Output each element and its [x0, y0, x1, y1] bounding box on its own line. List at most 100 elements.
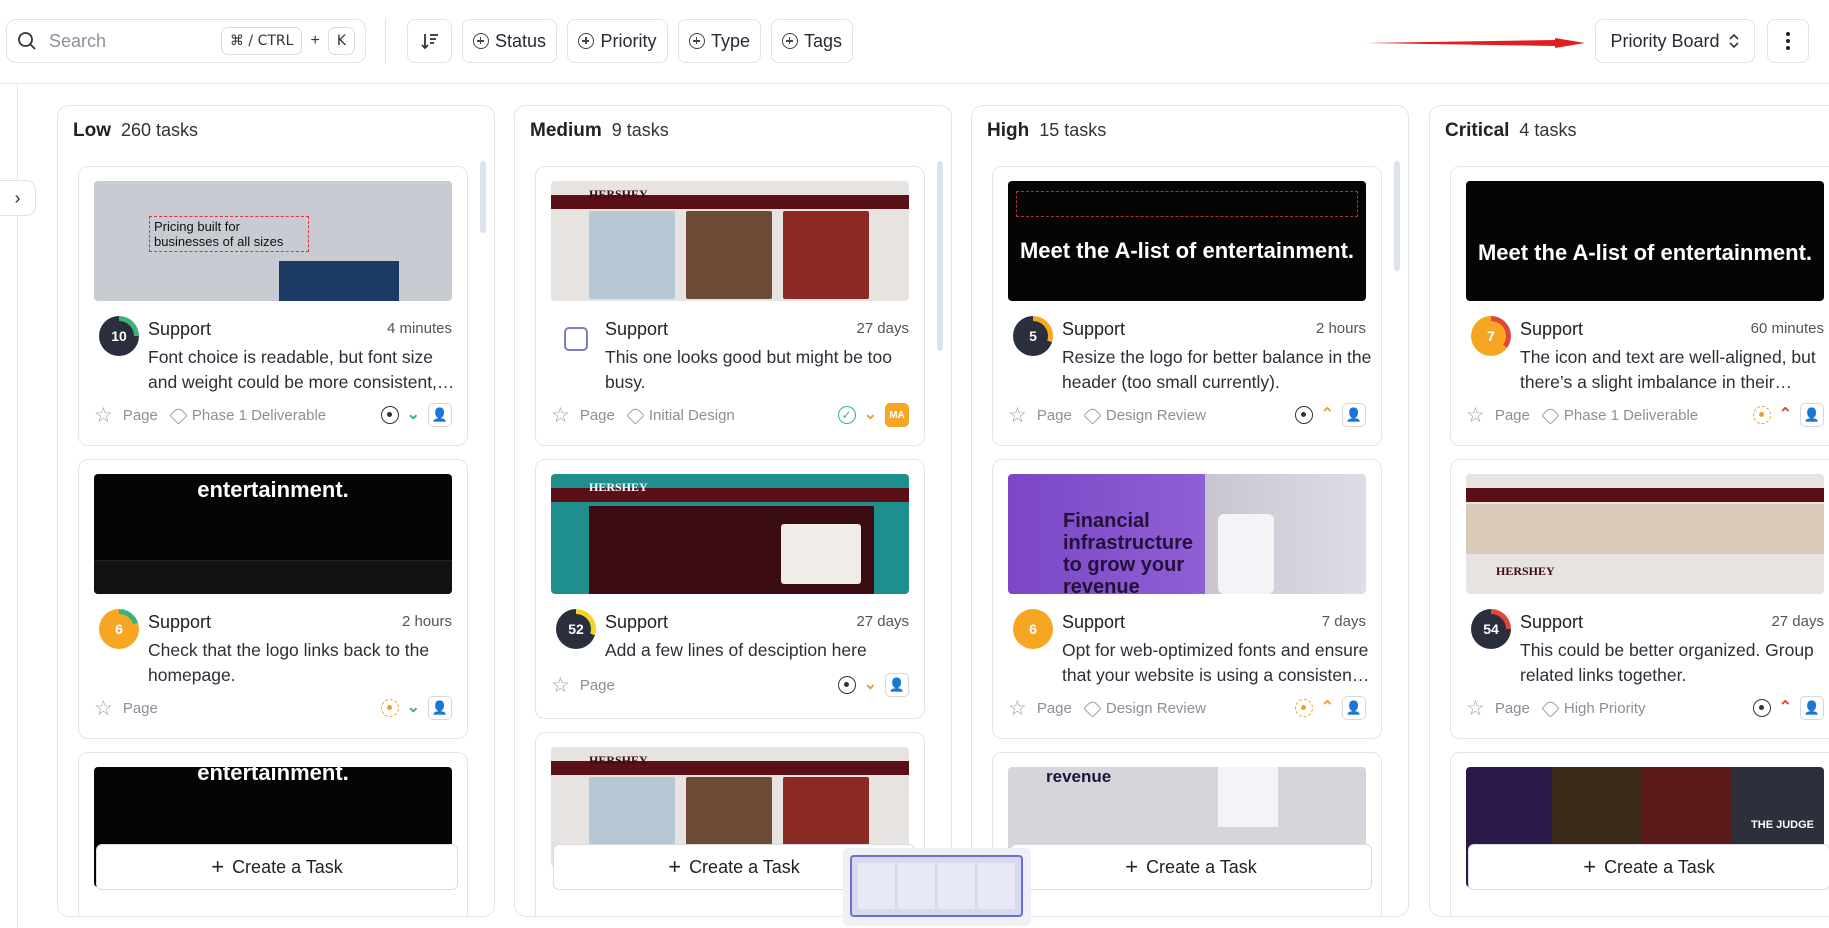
more-options-button[interactable] [1767, 19, 1809, 63]
card-footer: ☆ Page Initial Design ✓ ⌄ MA [551, 403, 909, 427]
top-toolbar: Search ⌘ / CTRL + K Status Priority Type… [0, 0, 1829, 84]
column-scrollbar[interactable] [937, 161, 943, 351]
sidebar-expand-button[interactable]: › [0, 180, 36, 216]
column-title: Low [73, 120, 111, 141]
priority-high-icon[interactable]: ⌃ [1321, 700, 1334, 716]
priority-critical-icon[interactable]: ⌃ [1779, 407, 1792, 423]
card-footer: ☆ Page Phase 1 Deliverable ⌃ 👤 [1466, 403, 1824, 427]
task-card[interactable]: HERSHEY Support 27 days This one looks g… [535, 166, 925, 446]
card-time: 2 hours [401, 613, 452, 630]
assignee-icon[interactable]: 👤 [428, 403, 452, 427]
task-card[interactable]: Pricing built for businesses of all size… [78, 166, 468, 446]
status-icon[interactable] [380, 406, 399, 424]
status-icon[interactable] [1294, 406, 1313, 424]
task-card[interactable]: HERSHEY 54 Support 27 days This could be… [1450, 459, 1829, 739]
task-card[interactable]: Meet the A-list of entertainment. 7 Supp… [1450, 166, 1829, 446]
task-card[interactable]: THE JUDGE [1450, 752, 1829, 916]
column-scrollbar[interactable] [1394, 161, 1400, 271]
assignee-icon[interactable]: 👤 [428, 696, 452, 720]
status-icon[interactable] [1752, 699, 1771, 717]
status-done-icon[interactable]: ✓ [837, 406, 856, 424]
card-time: 7 days [1321, 613, 1366, 630]
thumbnail-text: revenue [1046, 767, 1112, 786]
assignee-icon[interactable]: 👤 [1800, 403, 1824, 427]
star-icon[interactable]: ☆ [551, 405, 570, 426]
star-icon[interactable]: ☆ [1466, 405, 1485, 426]
star-icon[interactable]: ☆ [94, 698, 113, 719]
assignee-icon[interactable]: 👤 [1342, 403, 1366, 427]
priority-medium-icon[interactable]: ⌄ [864, 407, 877, 423]
card-thumbnail: HERSHEY [1466, 474, 1824, 594]
star-icon[interactable]: ☆ [1008, 698, 1027, 719]
card-tag[interactable]: Design Review [1106, 407, 1206, 424]
create-task-button[interactable]: + Create a Task [96, 844, 458, 890]
thumbnail-text: entertainment. [197, 477, 349, 502]
card-description: This could be better organized. Group re… [1520, 640, 1814, 685]
column-count: 15 tasks [1039, 120, 1107, 140]
avatar: 54 [1471, 609, 1511, 649]
assignee-icon[interactable]: 👤 [1800, 696, 1824, 720]
status-filter-label: Status [494, 30, 547, 51]
card-tag[interactable]: High Priority [1564, 700, 1646, 717]
shortcut-plus: + [310, 32, 320, 49]
card-category: Support [1520, 612, 1584, 632]
card-tag[interactable]: Phase 1 Deliverable [1564, 407, 1698, 424]
column-title: Medium [530, 120, 602, 141]
create-task-button[interactable]: + Create a Task [1010, 844, 1372, 890]
status-icon[interactable] [837, 676, 856, 694]
assignee-avatar[interactable]: MA [885, 403, 909, 427]
assignee-icon[interactable]: 👤 [1342, 696, 1366, 720]
shortcut-key: K [327, 27, 355, 55]
tags-filter-button[interactable]: Tags [771, 19, 853, 63]
priority-low-icon[interactable]: ⌄ [407, 700, 420, 716]
search-box[interactable]: Search ⌘ / CTRL + K [6, 19, 366, 63]
card-time: 27 days [856, 320, 909, 337]
column-scrollbar[interactable] [480, 161, 486, 233]
star-icon[interactable]: ☆ [94, 405, 113, 426]
card-category: Support [1062, 612, 1126, 632]
task-card[interactable]: HERSHEY 52 Support 27 days Add a few lin… [535, 459, 925, 719]
create-task-button[interactable]: + Create a Task [1468, 844, 1829, 890]
priority-high-icon[interactable]: ⌃ [1321, 407, 1334, 423]
card-tag[interactable]: Initial Design [649, 407, 735, 424]
column-high: High 15 tasks Meet the A-list of entertai… [971, 105, 1409, 917]
thumbnail-logo: HERSHEY [1496, 564, 1555, 578]
task-card[interactable]: revenue [992, 752, 1382, 916]
priority-medium-icon[interactable]: ⌄ [864, 677, 877, 693]
card-tag[interactable]: Phase 1 Deliverable [192, 407, 326, 424]
type-filter-button[interactable]: Type [678, 19, 761, 63]
status-in-progress-icon[interactable] [380, 699, 399, 717]
drag-ghost[interactable] [850, 855, 1023, 917]
task-card[interactable]: Meet the A-list of entertainment. 5 Supp… [992, 166, 1382, 446]
priority-critical-icon[interactable]: ⌃ [1779, 700, 1792, 716]
view-selector-button[interactable]: Priority Board [1595, 19, 1755, 63]
sort-button[interactable] [407, 19, 452, 63]
thumbnail-logo: HERSHEY [589, 480, 648, 494]
toolbar-divider [385, 18, 386, 64]
card-tag[interactable]: Design Review [1106, 700, 1206, 717]
task-card[interactable]: entertainment. [78, 752, 468, 916]
card-page-label: Page [1494, 406, 1530, 424]
task-checkbox[interactable] [564, 327, 588, 351]
create-task-label: Create a Task [689, 856, 800, 877]
task-card[interactable]: Financial infrastructure to grow your re… [992, 459, 1382, 739]
column-low: Low 260 tasks Pricing built for businesse… [57, 105, 495, 917]
search-placeholder[interactable]: Search [49, 31, 221, 52]
card-description: Add a few lines of desciption here [605, 640, 867, 660]
plus-circle-icon [578, 33, 595, 49]
status-filter-button[interactable]: Status [462, 19, 557, 63]
task-card[interactable]: entertainment. 6 Support 2 hours Check t… [78, 459, 468, 739]
status-in-progress-icon[interactable] [1294, 699, 1313, 717]
avatar: 10 [99, 316, 139, 356]
star-icon[interactable]: ☆ [1466, 698, 1485, 719]
status-in-progress-icon[interactable] [1752, 406, 1771, 424]
tag-icon [1083, 405, 1102, 425]
assignee-icon[interactable]: 👤 [885, 673, 909, 697]
star-icon[interactable]: ☆ [1008, 405, 1027, 426]
star-icon[interactable]: ☆ [551, 675, 570, 696]
priority-low-icon[interactable]: ⌄ [407, 407, 420, 423]
plus-icon: + [1583, 854, 1597, 879]
card-description: Font choice is readable, but font size a… [148, 347, 437, 392]
card-page-label: Page [1494, 699, 1530, 717]
priority-filter-button[interactable]: Priority [567, 19, 668, 63]
